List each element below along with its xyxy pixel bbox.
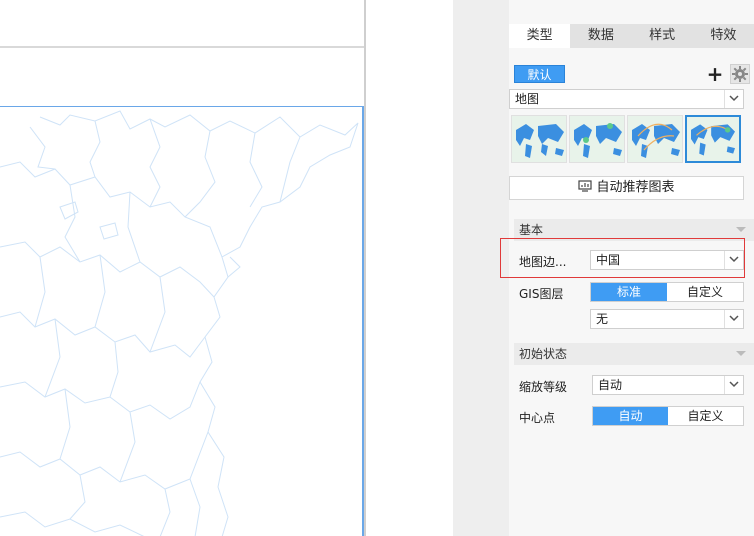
chart-thumbnails xyxy=(509,115,754,165)
center-point-label: 中心点 xyxy=(519,411,556,425)
zoom-level-label: 缩放等级 xyxy=(519,380,568,394)
auto-recommend-button[interactable]: 自动推荐图表 xyxy=(509,176,744,200)
tab-style[interactable]: 样式 xyxy=(632,24,693,48)
collapse-caret-icon xyxy=(736,227,746,232)
center-point-toggle: 自动 自定义 xyxy=(592,406,744,426)
chevron-down-icon xyxy=(724,310,743,328)
gis-layer-label: GIS图层 xyxy=(519,287,564,301)
map-boundary-highlight xyxy=(500,238,745,278)
chart-type-value: 地图 xyxy=(515,92,540,106)
zoom-level-select[interactable]: 自动 xyxy=(592,375,744,395)
chart-canvas xyxy=(0,0,366,536)
gis-standard-option[interactable]: 标准 xyxy=(591,283,667,301)
default-button[interactable]: 默认 xyxy=(514,65,565,83)
gis-layer-select[interactable]: 无 xyxy=(590,309,744,329)
gear-icon[interactable] xyxy=(730,64,750,84)
chevron-down-icon xyxy=(724,376,743,394)
section-initial-state-label: 初始状态 xyxy=(519,347,568,361)
plus-icon[interactable]: + xyxy=(705,64,725,84)
map-thumbnail-4[interactable] xyxy=(685,115,741,163)
gis-layer-value: 无 xyxy=(596,312,609,326)
chevron-down-icon xyxy=(724,90,743,108)
collapse-caret-icon xyxy=(736,351,746,356)
chart-recommend-icon xyxy=(578,178,593,192)
canvas-divider xyxy=(0,46,364,48)
tab-effects[interactable]: 特效 xyxy=(693,24,754,48)
center-auto-option[interactable]: 自动 xyxy=(593,407,668,425)
auto-recommend-label: 自动推荐图表 xyxy=(596,180,675,195)
section-initial-state[interactable]: 初始状态 xyxy=(514,343,754,365)
map-thumbnail-3[interactable] xyxy=(627,115,683,163)
chart-type-select[interactable]: 地图 xyxy=(509,89,744,109)
map-thumbnail-1[interactable] xyxy=(511,115,567,163)
tab-data[interactable]: 数据 xyxy=(570,24,631,48)
zoom-level-value: 自动 xyxy=(598,378,623,392)
map-thumbnail-2[interactable] xyxy=(569,115,625,163)
tab-type[interactable]: 类型 xyxy=(509,24,571,48)
map-preview[interactable] xyxy=(0,106,364,536)
panel-tabs: 类型 数据 样式 特效 xyxy=(509,24,754,48)
center-custom-option[interactable]: 自定义 xyxy=(668,407,743,425)
china-map-outline xyxy=(0,110,359,536)
gis-custom-option[interactable]: 自定义 xyxy=(667,283,743,301)
gis-layer-toggle: 标准 自定义 xyxy=(590,282,744,302)
canvas-right-border xyxy=(364,0,366,536)
